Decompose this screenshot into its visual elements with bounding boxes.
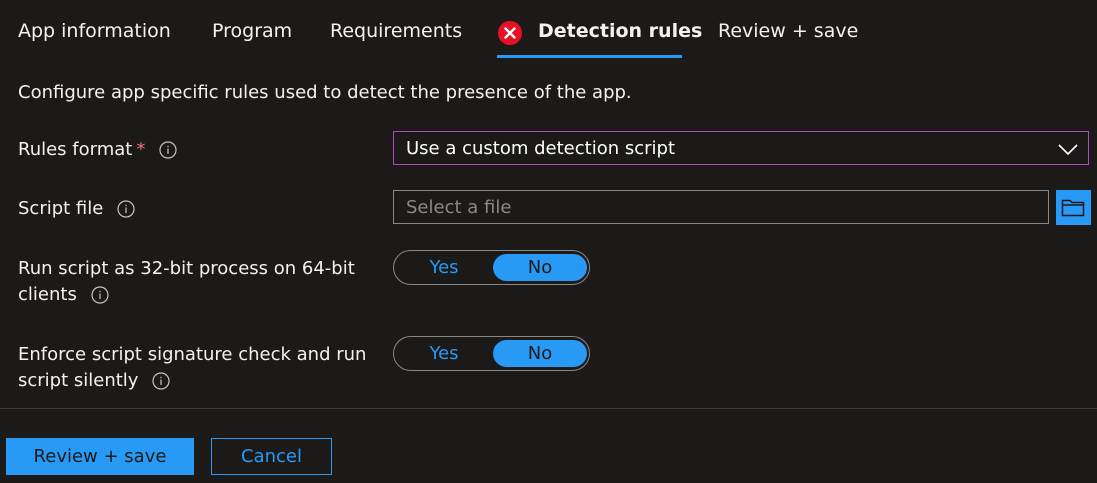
script-file-label: Script file — [18, 196, 135, 222]
required-marker: * — [136, 139, 146, 160]
browse-file-button[interactable] — [1056, 190, 1091, 225]
enforce-signature-yes[interactable]: Yes — [397, 340, 491, 367]
script-file-label-text: Script file — [18, 198, 104, 219]
rules-format-label-text: Rules format — [18, 139, 133, 160]
tab-program[interactable]: Program — [212, 20, 292, 42]
review-save-button[interactable]: Review + save — [6, 438, 194, 475]
tab-app-information[interactable]: App information — [18, 20, 171, 42]
cancel-button[interactable]: Cancel — [211, 438, 332, 475]
run-32bit-yes[interactable]: Yes — [397, 254, 491, 281]
info-icon[interactable] — [90, 286, 109, 304]
tab-bar: App information Program Requirements Det… — [0, 0, 1097, 62]
enforce-signature-label-line1: Enforce script signature check and run — [18, 344, 367, 365]
active-tab-indicator — [497, 55, 682, 58]
enforce-signature-label-line2: script silently — [18, 370, 139, 391]
error-icon — [498, 21, 522, 45]
folder-icon — [1061, 199, 1085, 217]
tab-detection-rules[interactable]: Detection rules — [538, 20, 702, 42]
rules-format-selected-value: Use a custom detection script — [406, 138, 675, 159]
chevron-down-icon — [1058, 144, 1078, 156]
info-icon[interactable] — [159, 141, 177, 159]
tab-requirements[interactable]: Requirements — [330, 20, 462, 42]
rules-format-label: Rules format * — [18, 137, 177, 163]
tab-review-save[interactable]: Review + save — [718, 20, 858, 42]
run-32bit-no[interactable]: No — [493, 254, 587, 281]
enforce-signature-toggle: Yes No — [393, 336, 590, 371]
enforce-signature-label: Enforce script signature check and run s… — [18, 342, 366, 394]
run-32bit-label: Run script as 32-bit process on 64-bit c… — [18, 256, 355, 308]
script-file-input[interactable] — [393, 190, 1049, 224]
run-32bit-toggle: Yes No — [393, 250, 590, 285]
rules-format-dropdown[interactable]: Use a custom detection script — [393, 131, 1089, 165]
run-32bit-label-line1: Run script as 32-bit process on 64-bit — [18, 258, 355, 279]
run-32bit-label-line2-wrap: clients — [18, 282, 355, 308]
run-32bit-label-line2: clients — [18, 284, 77, 305]
enforce-signature-label-line2-wrap: script silently — [18, 368, 366, 394]
enforce-signature-no[interactable]: No — [493, 340, 587, 367]
info-icon[interactable] — [117, 200, 135, 218]
footer-divider — [0, 408, 1097, 409]
info-icon[interactable] — [152, 372, 170, 390]
page-description: Configure app specific rules used to det… — [18, 82, 632, 103]
